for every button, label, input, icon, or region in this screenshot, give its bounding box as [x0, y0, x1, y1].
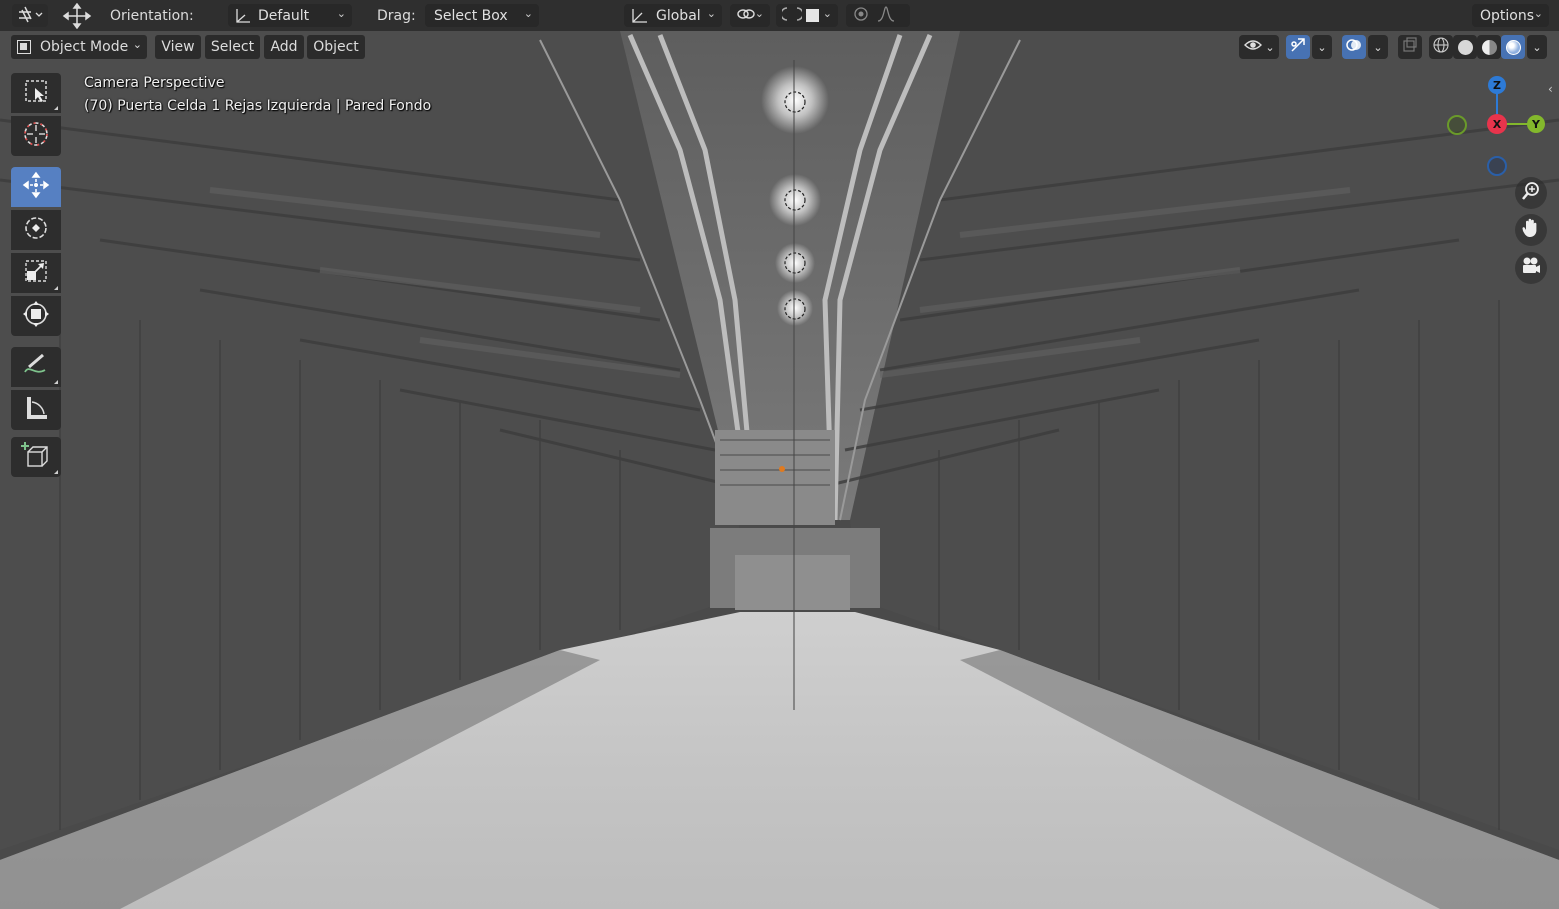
- annotate-tool[interactable]: [11, 347, 61, 387]
- magnet-icon: [780, 5, 804, 27]
- editor-type-button[interactable]: [12, 4, 48, 27]
- camera-icon: [1520, 255, 1542, 281]
- shading-dropdown[interactable]: ⌄: [1527, 35, 1547, 59]
- navigation-gizmo[interactable]: Z X Y: [1440, 70, 1550, 180]
- zoom-button[interactable]: [1515, 177, 1547, 209]
- drag-value: Select Box: [434, 7, 508, 24]
- chevron-down-icon: ⌄: [1532, 40, 1542, 54]
- gizmo-y-label: Y: [1532, 117, 1540, 131]
- orientation-value: Default: [258, 7, 310, 24]
- falloff-curve-icon: [876, 5, 896, 27]
- overlays-icon: [1345, 36, 1363, 58]
- sidebar-toggle-icon[interactable]: ‹: [1548, 82, 1559, 100]
- xray-icon: [1402, 37, 1418, 57]
- gizmo-arrow-icon: [1289, 36, 1307, 58]
- camera-view-button[interactable]: [1515, 252, 1547, 284]
- gizmo-dropdown[interactable]: ⌄: [1312, 35, 1332, 59]
- add-menu[interactable]: Add: [264, 35, 304, 59]
- gizmo-x-label: X: [1492, 117, 1502, 131]
- gizmo-neg-y-axis[interactable]: [1447, 115, 1467, 135]
- chevron-down-icon: ⌄: [754, 7, 764, 20]
- annotate-icon: [21, 350, 51, 384]
- move-arrows-icon[interactable]: [62, 2, 92, 29]
- global-axes-icon: [630, 7, 650, 29]
- mode-value: Object Mode: [40, 39, 129, 55]
- visibility-dropdown[interactable]: ⌄: [1239, 35, 1279, 59]
- wireframe-shading-button[interactable]: [1429, 35, 1453, 59]
- viewport-subtitle: (70) Puerta Celda 1 Rejas Izquierda | Pa…: [84, 98, 432, 114]
- options-label: Options: [1480, 7, 1535, 24]
- rotate-icon: [21, 213, 51, 247]
- chevron-down-icon: ⌄: [336, 7, 346, 20]
- cursor-icon: [21, 119, 51, 153]
- xray-toggle-button[interactable]: [1398, 35, 1422, 59]
- object-menu[interactable]: Object: [307, 35, 365, 59]
- solid-sphere-icon: [1457, 39, 1473, 55]
- chevron-down-icon: ⌄: [132, 38, 142, 51]
- material-shading-button[interactable]: [1477, 35, 1501, 59]
- gizmo-z-label: Z: [1493, 78, 1501, 92]
- move-icon: [21, 170, 51, 204]
- gizmo-z-axis[interactable]: Z: [1488, 76, 1506, 94]
- chevron-down-icon: ⌄: [1373, 40, 1383, 54]
- pan-button[interactable]: [1515, 214, 1547, 246]
- orientation-dropdown[interactable]: Default ⌄: [228, 4, 352, 27]
- object-mode-icon: [17, 40, 31, 54]
- pivot-icon: [736, 6, 756, 26]
- orientation-axes-icon: [234, 7, 252, 29]
- scene-render: [0, 0, 1559, 909]
- rotate-tool[interactable]: [11, 210, 61, 250]
- eye-icon: [1243, 37, 1263, 57]
- add-cube-tool[interactable]: [11, 437, 61, 477]
- measure-icon: [22, 394, 50, 426]
- scale-icon: [22, 257, 50, 289]
- chevron-down-icon: ⌄: [1533, 7, 1543, 20]
- 3d-viewport[interactable]: [0, 0, 1559, 909]
- chevron-down-icon: ⌄: [706, 7, 716, 20]
- proportional-editing-icon: [852, 5, 870, 27]
- transform-tool[interactable]: [11, 296, 61, 336]
- snap-dropdown[interactable]: ⌄: [776, 4, 838, 27]
- drag-dropdown[interactable]: Select Box ⌄: [425, 4, 539, 27]
- editor-type-icon: [16, 5, 44, 27]
- material-sphere-icon: [1481, 39, 1497, 55]
- mode-dropdown[interactable]: Object Mode ⌄: [11, 35, 147, 59]
- hand-icon: [1520, 217, 1542, 243]
- wireframe-sphere-icon: [1432, 36, 1450, 58]
- transform-icon: [21, 299, 51, 333]
- add-cube-icon: [21, 440, 51, 474]
- gizmo-y-axis[interactable]: Y: [1527, 115, 1545, 133]
- orientation-label: Orientation:: [110, 7, 194, 24]
- snap-square-icon: [806, 9, 819, 22]
- select-menu[interactable]: Select: [205, 35, 260, 59]
- gizmo-x-axis[interactable]: X: [1487, 114, 1507, 134]
- zoom-icon: [1520, 180, 1542, 206]
- chevron-down-icon: ⌄: [1317, 40, 1327, 54]
- view-menu[interactable]: View: [155, 35, 201, 59]
- overlays-dropdown[interactable]: ⌄: [1368, 35, 1388, 59]
- gizmo-toggle-button[interactable]: [1286, 35, 1310, 59]
- move-tool[interactable]: [11, 167, 61, 207]
- chevron-down-icon: ⌄: [523, 7, 533, 20]
- proportional-editing-dropdown[interactable]: [846, 4, 910, 27]
- select-box-tool[interactable]: [11, 73, 61, 113]
- rendered-sphere-icon: [1505, 39, 1521, 55]
- overlays-toggle-button[interactable]: [1342, 35, 1366, 59]
- pivot-value: Global: [656, 7, 701, 24]
- gizmo-neg-z-axis[interactable]: [1487, 156, 1507, 176]
- viewport-title: Camera Perspective: [84, 75, 225, 91]
- transform-orientation-dropdown[interactable]: Global ⌄: [624, 4, 722, 27]
- select-box-icon: [22, 77, 50, 109]
- measure-tool[interactable]: [11, 390, 61, 430]
- options-dropdown[interactable]: Options ⌄: [1472, 4, 1549, 27]
- drag-label: Drag:: [377, 7, 416, 24]
- viewport-header: Orientation: Default ⌄ Drag: Select Box …: [0, 0, 1559, 31]
- scale-tool[interactable]: [11, 253, 61, 293]
- cursor-tool[interactable]: [11, 116, 61, 156]
- chevron-down-icon: ⌄: [1265, 40, 1275, 54]
- rendered-shading-button[interactable]: [1501, 35, 1525, 59]
- pivot-point-dropdown[interactable]: ⌄: [730, 4, 770, 27]
- chevron-down-icon: ⌄: [822, 7, 832, 20]
- solid-shading-button[interactable]: [1453, 35, 1477, 59]
